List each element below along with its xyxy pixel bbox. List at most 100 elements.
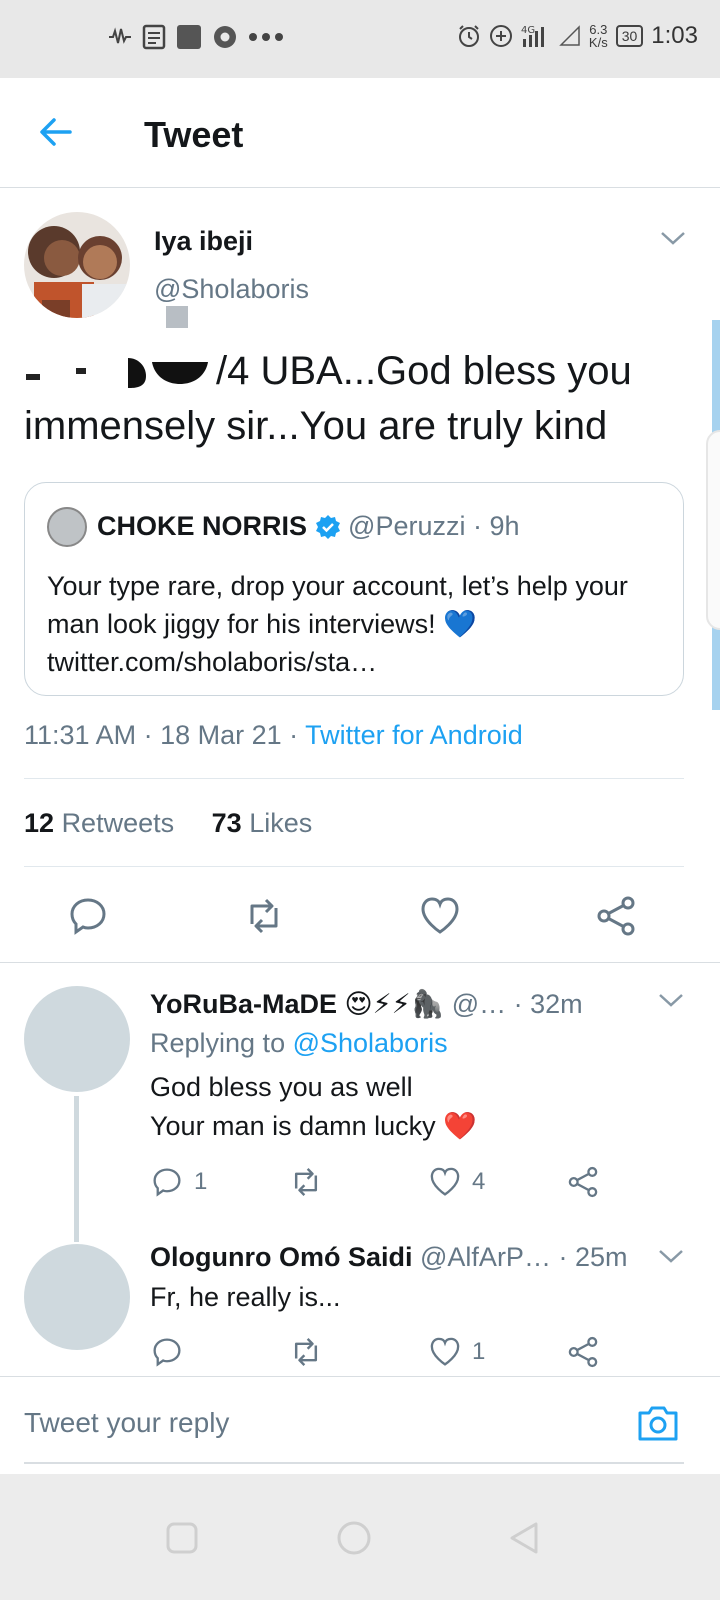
divider	[24, 866, 684, 867]
chevron-down-icon[interactable]	[658, 992, 684, 1008]
avatar-photo	[24, 212, 130, 318]
quoted-handle-time: @Peruzzi · 9h	[348, 511, 520, 541]
back-arrow-icon[interactable]	[36, 112, 76, 152]
tweet-text: /4 UBA...God bless you immensely sir...Y…	[24, 344, 694, 454]
reply-item[interactable]: YoRuBa-MaDE 😍⚡⚡🦍 @… · 32m Replying to @S…	[0, 964, 720, 1242]
reply-icon[interactable]	[66, 894, 110, 938]
reply-like-button[interactable]: 4	[428, 1164, 485, 1200]
redacted-text	[26, 358, 208, 388]
verified-badge-icon	[315, 515, 340, 539]
document-icon	[142, 24, 166, 50]
tweet-text-line-2: immensely sir...You are truly kind	[24, 404, 608, 448]
reply-text-line-1: God bless you as well	[150, 1072, 413, 1102]
status-bar: 4G 6.3 K/s 30 1:03	[0, 0, 720, 78]
like-count: 1	[472, 1338, 486, 1365]
author-name[interactable]: Iya ibeji	[154, 226, 253, 257]
reply-icon	[153, 1168, 181, 1197]
reply-author-handle[interactable]: @AlfArP…	[420, 1242, 551, 1272]
browser-icon	[214, 26, 236, 48]
avatar[interactable]	[24, 986, 130, 1092]
clock: 1:03	[651, 22, 698, 49]
data-saver-icon	[489, 25, 512, 47]
retweets-label: Retweets	[61, 808, 175, 838]
author-handle[interactable]: @Sholaboris	[154, 274, 309, 305]
like-heart-icon[interactable]	[418, 894, 462, 938]
reply-composer: Tweet your reply	[0, 1376, 720, 1472]
tweet-source-link[interactable]: Twitter for Android	[305, 720, 523, 750]
reply-text-line-1: Fr, he really is...	[150, 1282, 341, 1312]
reply-share-button[interactable]	[566, 1164, 600, 1200]
quoted-tweet-card[interactable]: CHOKE NORRIS @Peruzzi · 9h Your type rar…	[24, 482, 684, 696]
back-nav-icon[interactable]	[504, 1518, 544, 1558]
edge-panel-handle[interactable]	[706, 430, 720, 630]
section-divider	[0, 962, 720, 963]
camera-icon[interactable]	[636, 1403, 680, 1443]
reply-author-name[interactable]: YoRuBa-MaDE 😍⚡⚡🦍	[150, 989, 444, 1019]
thread-line	[74, 1096, 79, 1242]
reply-input-underline	[24, 1462, 684, 1464]
reply-author-name[interactable]: Ologunro Omó Saidi	[150, 1242, 413, 1272]
likes-stat[interactable]: 73 Likes	[212, 808, 313, 838]
network-speed-unit: K/s	[588, 35, 608, 50]
avatar[interactable]	[24, 1244, 130, 1350]
tweet-author[interactable]: Iya ibeji @Sholaboris	[24, 212, 696, 332]
retweets-stat[interactable]: 12 Retweets	[24, 808, 174, 838]
reply-time: · 32m	[506, 989, 583, 1019]
svg-text:4G: 4G	[521, 25, 535, 36]
avatar[interactable]	[24, 212, 130, 318]
reply-reply-button[interactable]: 1	[150, 1164, 207, 1200]
reply-like-button[interactable]: 1	[428, 1334, 485, 1370]
share-icon	[568, 1166, 598, 1198]
like-count: 4	[472, 1168, 486, 1195]
reply-item[interactable]: Ologunro Omó Saidi @AlfArP… · 25m Fr, he…	[0, 1234, 720, 1374]
redaction-box	[166, 306, 188, 328]
page-title: Tweet	[144, 114, 244, 155]
likes-count: 73	[211, 808, 242, 838]
tweet-meta: 11:31 AM · 18 Mar 21 · Twitter for Andro…	[24, 720, 523, 751]
tweet-timestamp: 11:31 AM · 18 Mar 21 ·	[24, 720, 306, 750]
reply-text: God bless you as well Your man is damn l…	[150, 1068, 477, 1146]
quoted-avatar[interactable]	[47, 507, 87, 547]
recent-apps-icon[interactable]	[162, 1518, 202, 1558]
chevron-down-icon[interactable]	[660, 230, 686, 246]
app-bar: Tweet	[0, 78, 720, 188]
app-square-icon	[177, 25, 201, 49]
divider	[24, 778, 684, 779]
share-icon	[568, 1336, 598, 1368]
share-icon[interactable]	[594, 894, 638, 938]
quoted-author-name[interactable]: CHOKE NORRIS	[97, 511, 307, 541]
retweet-icon	[294, 1338, 318, 1366]
more-dots-icon	[249, 33, 283, 41]
retweet-icon[interactable]	[242, 894, 286, 938]
retweet-icon	[294, 1168, 318, 1196]
replying-to-handle[interactable]: @Sholaboris	[293, 1028, 448, 1058]
reply-share-button[interactable]	[566, 1334, 600, 1370]
likes-label: Likes	[249, 808, 313, 838]
system-navigation-bar	[0, 1474, 720, 1600]
reply-header: Ologunro Omó Saidi @AlfArP… · 25m	[150, 1242, 627, 1273]
status-notification-icons	[108, 24, 284, 50]
reply-text: Fr, he really is...	[150, 1278, 341, 1317]
reply-retweet-button[interactable]	[288, 1334, 334, 1370]
battery-icon: 30	[615, 25, 644, 47]
status-system-icons: 4G 6.3 K/s 30 1:03	[457, 22, 698, 50]
signal-4g-icon: 4G	[521, 25, 544, 47]
reply-time: · 25m	[550, 1242, 628, 1272]
reply-count: 1	[194, 1168, 208, 1195]
signal-empty-icon	[559, 25, 580, 46]
replying-to: Replying to @Sholaboris	[150, 1028, 448, 1059]
tweet-action-bar	[0, 886, 720, 946]
chevron-down-icon[interactable]	[658, 1248, 684, 1264]
quoted-header: CHOKE NORRIS @Peruzzi · 9h	[97, 511, 520, 542]
reply-icon	[153, 1338, 181, 1367]
reply-author-handle[interactable]: @…	[452, 989, 506, 1019]
reply-retweet-button[interactable]	[288, 1164, 334, 1200]
home-icon[interactable]	[334, 1518, 374, 1558]
reply-reply-button[interactable]	[150, 1334, 194, 1370]
like-heart-icon	[430, 1167, 460, 1196]
reply-header: YoRuBa-MaDE 😍⚡⚡🦍 @… · 32m	[150, 988, 583, 1020]
reply-input[interactable]: Tweet your reply	[24, 1407, 229, 1439]
network-speed: 6.3 K/s	[589, 23, 608, 49]
replying-prefix: Replying to	[150, 1028, 293, 1058]
reply-text-line-2: Your man is damn lucky ❤️	[150, 1111, 477, 1141]
